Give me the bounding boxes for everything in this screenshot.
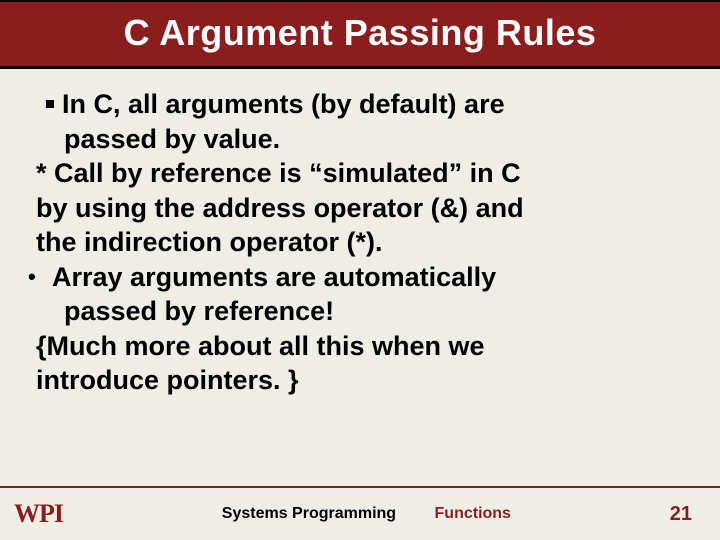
logo-text: WPI <box>14 499 63 529</box>
bullet-1-line1: In C, all arguments (by default) are <box>36 87 684 122</box>
wpi-logo: WPI <box>14 499 63 529</box>
para-2-line1: * Call by reference is “simulated” in C <box>36 156 684 191</box>
slide-body: In C, all arguments (by default) are pas… <box>0 69 720 398</box>
footer-course: Systems Programming <box>222 505 396 522</box>
footer-bar: WPI Systems Programming Functions 21 <box>0 486 720 540</box>
title-bar: C Argument Passing Rules <box>0 0 720 69</box>
footer-center: Systems Programming Functions <box>63 505 670 523</box>
bullet-2-text-a: Array arguments are automatically <box>52 262 496 292</box>
para-4-line2: introduce pointers. } <box>36 363 684 398</box>
bullet-2-line2: passed by reference! <box>36 294 684 329</box>
para-2-line2: by using the address operator (&) and <box>36 191 684 226</box>
para-4-line1: {Much more about all this when we <box>36 329 684 364</box>
slide-title: C Argument Passing Rules <box>0 12 720 54</box>
footer-topic: Functions <box>435 505 511 523</box>
page-number: 21 <box>670 503 692 526</box>
para-2-line3: the indirection operator (*). <box>36 225 684 260</box>
bullet-1-text-a: In C, all arguments (by default) are <box>62 89 505 119</box>
bullet-2-line1: •Array arguments are automatically <box>36 260 684 295</box>
square-bullet-icon <box>46 100 54 108</box>
bullet-1-line2: passed by value. <box>36 122 684 157</box>
